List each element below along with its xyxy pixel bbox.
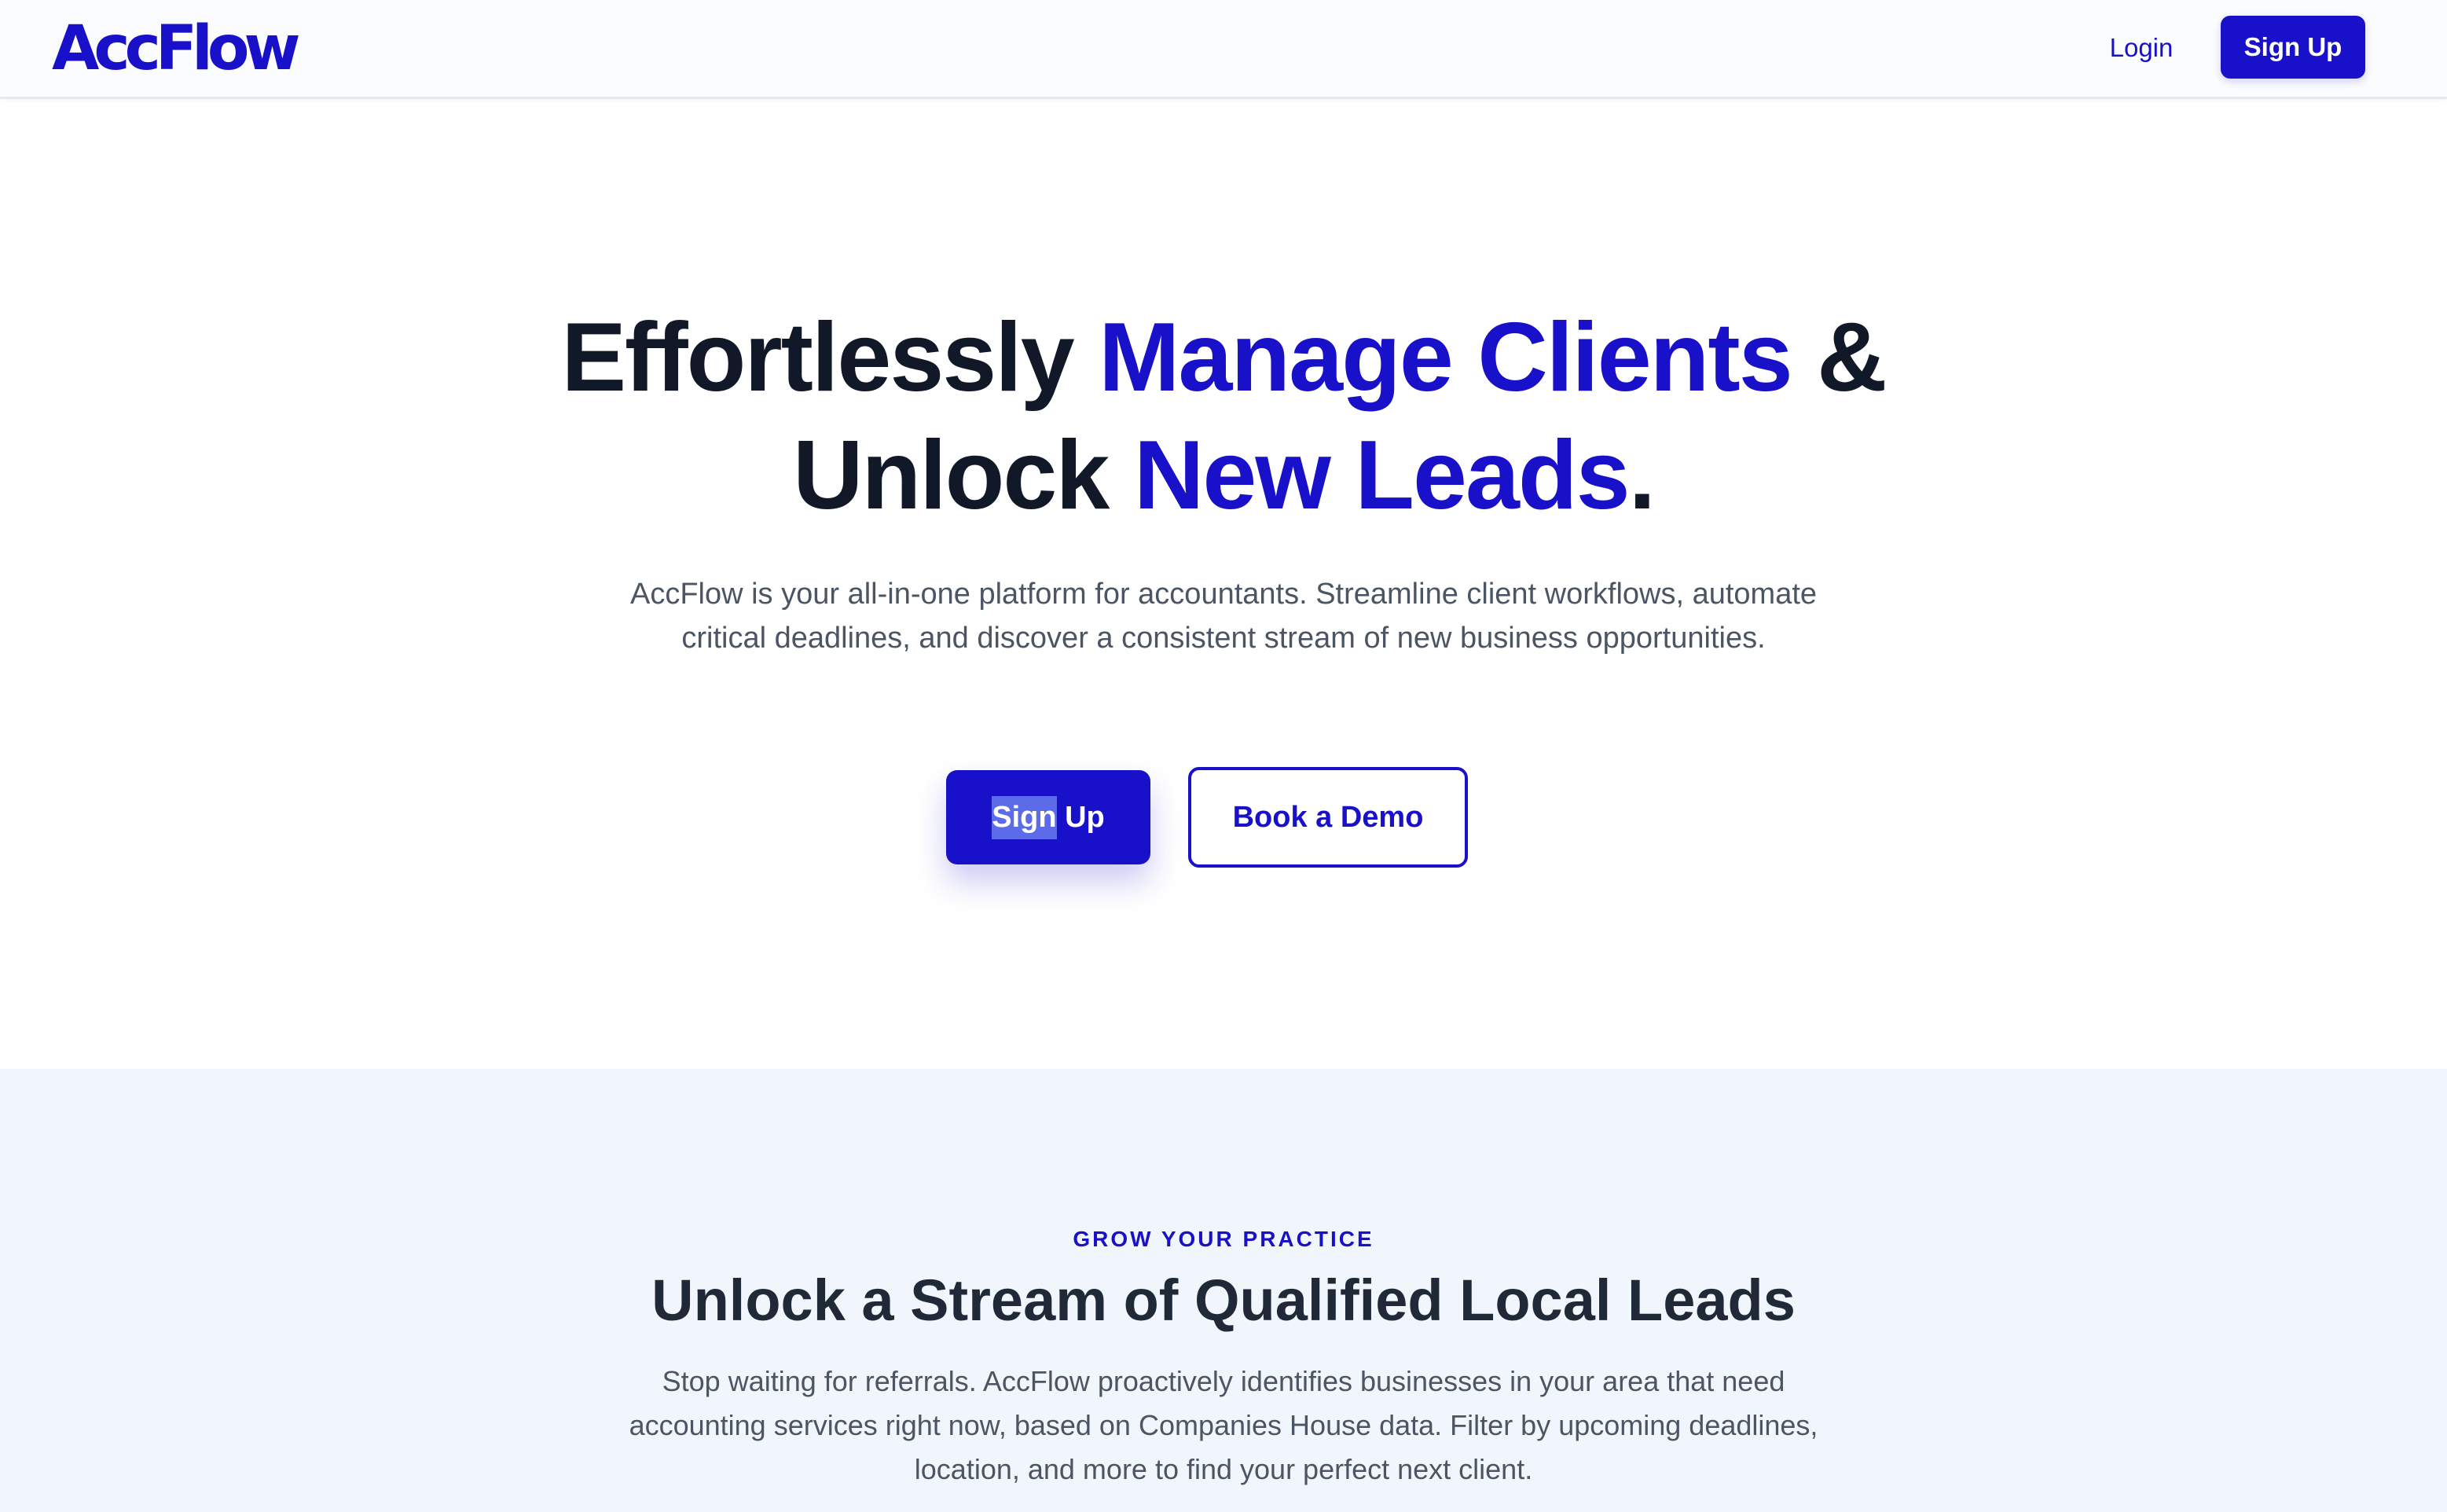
hero-title-part: Unlock bbox=[792, 421, 1134, 530]
leads-title: Unlock a Stream of Qualified Local Leads bbox=[651, 1268, 1796, 1333]
hero-title-accent-new-leads: New Leads bbox=[1133, 421, 1631, 530]
selected-text: Sign bbox=[992, 795, 1057, 839]
hero-title-part: Effortlessly bbox=[561, 303, 1099, 412]
hero-signup-button[interactable]: Sign Up bbox=[946, 770, 1150, 864]
leads-section: GROW YOUR PRACTICE Unlock a Stream of Qu… bbox=[0, 1069, 2447, 1512]
hero-subtitle: AccFlow is your all-in-one platform for … bbox=[629, 578, 1818, 655]
login-link[interactable]: Login bbox=[2090, 25, 2192, 71]
book-demo-button[interactable]: Book a Demo bbox=[1188, 767, 1468, 868]
header-signup-button[interactable]: Sign Up bbox=[2221, 16, 2365, 79]
top-nav-bar: AccFlow Login Sign Up bbox=[0, 0, 2447, 99]
section-eyebrow: GROW YOUR PRACTICE bbox=[1073, 1227, 1374, 1251]
leads-subtitle: Stop waiting for referrals. AccFlow proa… bbox=[629, 1365, 1818, 1485]
signup-label-rest: Up bbox=[1056, 800, 1105, 834]
accflow-logo[interactable]: AccFlow bbox=[52, 11, 301, 86]
hero-title-part: & bbox=[1791, 303, 1888, 412]
hero-title-part: . bbox=[1628, 421, 1656, 530]
hero-title: Effortlessly Manage Clients & Unlock New … bbox=[0, 299, 2447, 534]
hero-title-accent-manage-clients: Manage Clients bbox=[1099, 303, 1793, 412]
